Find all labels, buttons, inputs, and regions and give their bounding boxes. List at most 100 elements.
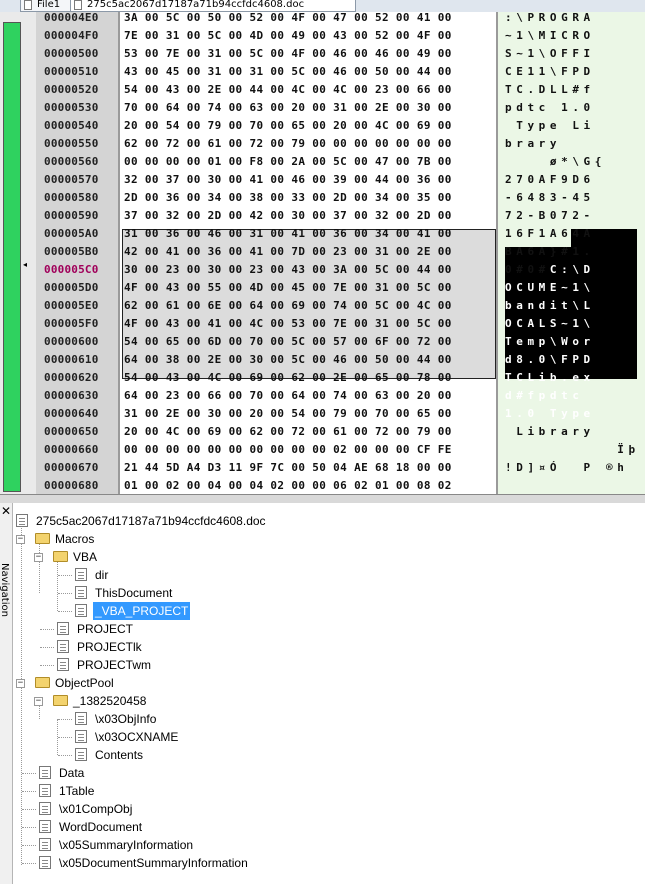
row-ascii[interactable]: OCUME~1\ bbox=[505, 279, 643, 297]
collapse-toggle[interactable]: − bbox=[16, 679, 25, 688]
row-offset: 00000530 bbox=[44, 101, 99, 114]
row-ascii[interactable]: pdtc 1.0 bbox=[505, 99, 643, 117]
collapse-toggle[interactable]: − bbox=[16, 535, 25, 544]
hex-row[interactable]: 00000510 43 00 45 00 31 00 31 00 5C 00 46… bbox=[0, 63, 645, 81]
row-ascii[interactable]: Type Li bbox=[505, 117, 643, 135]
row-hex-bytes[interactable]: 43 00 45 00 31 00 31 00 5C 00 46 00 50 0… bbox=[124, 63, 494, 81]
row-ascii[interactable]: !D]¤Ó P ®h bbox=[505, 459, 643, 477]
hex-row[interactable]: 00000610 64 00 38 00 2E 00 30 00 5C 00 46… bbox=[0, 351, 645, 369]
row-ascii[interactable]: OCALS~1\ bbox=[505, 315, 643, 333]
row-offset: 00000600 bbox=[44, 335, 99, 348]
row-offset: 00000510 bbox=[44, 65, 99, 78]
row-hex-bytes[interactable]: 54 00 65 00 6D 00 70 00 5C 00 57 00 6F 0… bbox=[124, 333, 494, 351]
hex-row[interactable]: 00000670 21 44 5D A4 D3 11 9F 7C 00 50 04… bbox=[0, 459, 645, 477]
hex-row[interactable]: 00000640 31 00 2E 00 30 00 20 00 54 00 79… bbox=[0, 405, 645, 423]
row-hex-bytes[interactable]: 42 00 41 00 36 00 41 00 7D 00 23 00 31 0… bbox=[124, 243, 494, 261]
hex-row[interactable]: 00000680 01 00 02 00 04 00 04 02 00 00 06… bbox=[0, 477, 645, 494]
row-hex-bytes[interactable]: 00 00 00 00 01 00 F8 00 2A 00 5C 00 47 0… bbox=[124, 153, 494, 171]
document-icon bbox=[75, 712, 87, 725]
row-hex-bytes[interactable]: 2D 00 36 00 34 00 38 00 33 00 2D 00 34 0… bbox=[124, 189, 494, 207]
document-icon bbox=[57, 658, 69, 671]
row-hex-bytes[interactable]: 64 00 23 00 66 00 70 00 64 00 74 00 63 0… bbox=[124, 387, 494, 405]
row-hex-bytes[interactable]: 4F 00 43 00 41 00 4C 00 53 00 7E 00 31 0… bbox=[124, 315, 494, 333]
row-hex-bytes[interactable]: 3A 00 5C 00 50 00 52 00 4F 00 47 00 52 0… bbox=[124, 12, 494, 27]
row-ascii[interactable]: TCLib.ex bbox=[505, 369, 643, 387]
row-ascii[interactable]: TC.DLL#f bbox=[505, 81, 643, 99]
row-ascii[interactable]: -6483-45 bbox=[505, 189, 643, 207]
row-hex-bytes[interactable]: 70 00 64 00 74 00 63 00 20 00 31 00 2E 0… bbox=[124, 99, 494, 117]
row-hex-bytes[interactable]: 31 00 2E 00 30 00 20 00 54 00 79 00 70 0… bbox=[124, 405, 494, 423]
row-ascii[interactable]: 0#0#C:\D bbox=[505, 261, 643, 279]
row-hex-bytes[interactable]: 37 00 32 00 2D 00 42 00 30 00 37 00 32 0… bbox=[124, 207, 494, 225]
row-hex-bytes[interactable]: 7E 00 31 00 5C 00 4D 00 49 00 43 00 52 0… bbox=[124, 27, 494, 45]
row-hex-bytes[interactable]: 53 00 7E 00 31 00 5C 00 4F 00 46 00 46 0… bbox=[124, 45, 494, 63]
row-ascii[interactable]: d#fpdtc bbox=[505, 387, 643, 405]
tab-active-document[interactable]: 275c5ac2067d17187a71b94ccfdc4608.doc bbox=[70, 0, 356, 12]
hex-row[interactable]: 00000620 54 00 43 00 4C 00 69 00 62 00 2E… bbox=[0, 369, 645, 387]
row-ascii[interactable]: 16F1A64A bbox=[505, 225, 643, 243]
row-ascii[interactable]: bandit\L bbox=[505, 297, 643, 315]
tree-root[interactable]: 275c5ac2067d17187a71b94ccfdc4608.doc bbox=[16, 512, 641, 530]
hex-row[interactable]: 00000520 54 00 43 00 2E 00 44 00 4C 00 4C… bbox=[0, 81, 645, 99]
hex-row[interactable]: 00000540 20 00 54 00 79 00 70 00 65 00 20… bbox=[0, 117, 645, 135]
hex-row[interactable]: 00000560 00 00 00 00 01 00 F8 00 2A 00 5C… bbox=[0, 153, 645, 171]
row-hex-bytes[interactable]: 30 00 23 00 30 00 23 00 43 00 3A 00 5C 0… bbox=[124, 261, 494, 279]
row-hex-bytes[interactable]: 62 00 72 00 61 00 72 00 79 00 00 00 00 0… bbox=[124, 135, 494, 153]
row-hex-bytes[interactable]: 01 00 02 00 04 00 04 02 00 00 06 02 01 0… bbox=[124, 477, 494, 494]
hex-row[interactable]: 000004F0 7E 00 31 00 5C 00 4D 00 49 00 43… bbox=[0, 27, 645, 45]
row-ascii[interactable]: S~1\OFFI bbox=[505, 45, 643, 63]
row-hex-bytes[interactable]: 4F 00 43 00 55 00 4D 00 45 00 7E 00 31 0… bbox=[124, 279, 494, 297]
row-hex-bytes[interactable]: 64 00 38 00 2E 00 30 00 5C 00 46 00 50 0… bbox=[124, 351, 494, 369]
row-hex-bytes[interactable]: 00 00 00 00 00 00 00 00 00 00 02 00 00 0… bbox=[124, 441, 494, 459]
row-ascii[interactable]: Temp\Wor bbox=[505, 333, 643, 351]
collapse-toggle[interactable]: − bbox=[34, 697, 43, 706]
hex-row[interactable]: 00000500 53 00 7E 00 31 00 5C 00 4F 00 46… bbox=[0, 45, 645, 63]
hex-row[interactable]: 00000600 54 00 65 00 6D 00 70 00 5C 00 57… bbox=[0, 333, 645, 351]
close-icon[interactable]: ✕ bbox=[1, 505, 11, 517]
hex-row[interactable]: 00000660 00 00 00 00 00 00 00 00 00 00 02… bbox=[0, 441, 645, 459]
hex-row[interactable]: 000005B0 42 00 41 00 36 00 41 00 7D 00 23… bbox=[0, 243, 645, 261]
hex-row[interactable]: 000005F0 4F 00 43 00 41 00 4C 00 53 00 7E… bbox=[0, 315, 645, 333]
row-hex-bytes[interactable]: 32 00 37 00 30 00 41 00 46 00 39 00 44 0… bbox=[124, 171, 494, 189]
hex-editor[interactable]: ◂ 000004E0 3A 00 5C 00 50 00 52 00 4F 00 … bbox=[0, 12, 645, 494]
hex-row[interactable]: 00000630 64 00 23 00 66 00 70 00 64 00 74… bbox=[0, 387, 645, 405]
row-hex-bytes[interactable]: 54 00 43 00 4C 00 69 00 62 00 2E 00 65 0… bbox=[124, 369, 494, 387]
row-ascii[interactable]: ø*\G{ bbox=[505, 153, 643, 171]
collapse-toggle[interactable]: − bbox=[34, 553, 43, 562]
hex-row[interactable]: 000005D0 4F 00 43 00 55 00 4D 00 45 00 7E… bbox=[0, 279, 645, 297]
row-ascii[interactable]: 270AF9D6 bbox=[505, 171, 643, 189]
hex-row[interactable]: 00000590 37 00 32 00 2D 00 42 00 30 00 37… bbox=[0, 207, 645, 225]
row-ascii[interactable]: d8.0\FPD bbox=[505, 351, 643, 369]
hex-row[interactable]: 000005A0 31 00 36 00 46 00 31 00 41 00 36… bbox=[0, 225, 645, 243]
row-ascii[interactable]: :\PROGRA bbox=[505, 12, 643, 27]
row-hex-bytes[interactable]: 21 44 5D A4 D3 11 9F 7C 00 50 04 AE 68 1… bbox=[124, 459, 494, 477]
row-ascii[interactable]: BA6A}#1. bbox=[505, 243, 643, 261]
row-offset: 00000650 bbox=[44, 425, 99, 438]
hex-row[interactable]: 00000530 70 00 64 00 74 00 63 00 20 00 31… bbox=[0, 99, 645, 117]
hex-row[interactable]: 00000550 62 00 72 00 61 00 72 00 79 00 00… bbox=[0, 135, 645, 153]
row-hex-bytes[interactable]: 20 00 4C 00 69 00 62 00 72 00 61 00 72 0… bbox=[124, 423, 494, 441]
hex-row[interactable]: 000004E0 3A 00 5C 00 50 00 52 00 4F 00 47… bbox=[0, 12, 645, 27]
row-ascii[interactable]: 1.0 Type bbox=[505, 405, 643, 423]
row-ascii[interactable]: ~1\MICRO bbox=[505, 27, 643, 45]
row-hex-bytes[interactable]: 31 00 36 00 46 00 31 00 41 00 36 00 34 0… bbox=[124, 225, 494, 243]
row-offset: 00000610 bbox=[44, 353, 99, 366]
hex-row[interactable]: 000005E0 62 00 61 00 6E 00 64 00 69 00 74… bbox=[0, 297, 645, 315]
row-offset: 000005E0 bbox=[44, 299, 99, 312]
row-ascii[interactable]: 72-B072- bbox=[505, 207, 643, 225]
hex-row[interactable]: 00000650 20 00 4C 00 69 00 62 00 72 00 61… bbox=[0, 423, 645, 441]
row-hex-bytes[interactable]: 20 00 54 00 79 00 70 00 65 00 20 00 4C 0… bbox=[124, 117, 494, 135]
row-ascii[interactable]: brary bbox=[505, 135, 643, 153]
hex-row[interactable]: 000005C0 30 00 23 00 30 00 23 00 43 00 3A… bbox=[0, 261, 645, 279]
row-ascii[interactable]: Library bbox=[505, 423, 643, 441]
hex-row[interactable]: 00000580 2D 00 36 00 34 00 38 00 33 00 2D… bbox=[0, 189, 645, 207]
hex-row[interactable]: 00000570 32 00 37 00 30 00 41 00 46 00 39… bbox=[0, 171, 645, 189]
tree-line bbox=[40, 665, 54, 666]
row-ascii[interactable]: CE11\FPD bbox=[505, 63, 643, 81]
stream-tree[interactable]: 275c5ac2067d17187a71b94ccfdc4608.doc − M… bbox=[13, 503, 645, 884]
row-hex-bytes[interactable]: 54 00 43 00 2E 00 44 00 4C 00 4C 00 23 0… bbox=[124, 81, 494, 99]
row-hex-bytes[interactable]: 62 00 61 00 6E 00 64 00 69 00 74 00 5C 0… bbox=[124, 297, 494, 315]
row-ascii[interactable]: Ïþ bbox=[505, 441, 643, 459]
tree-line bbox=[57, 557, 58, 611]
document-icon bbox=[57, 622, 69, 635]
